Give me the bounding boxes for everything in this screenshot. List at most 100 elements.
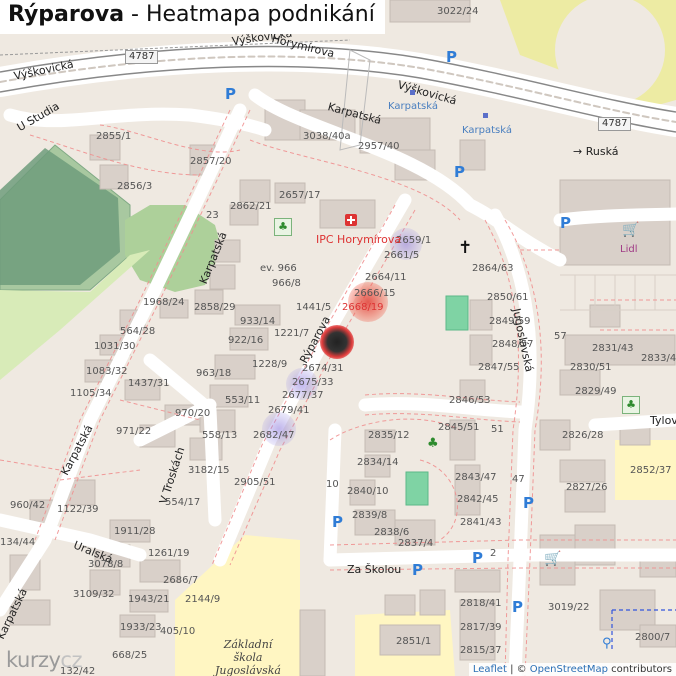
house-number: 2843/47: [455, 472, 497, 483]
house-number: 2679/41: [268, 405, 310, 416]
school-label: Základní škola Jugoslávská: [200, 638, 296, 676]
house-number: 564/28: [120, 326, 156, 337]
house-number: 10: [326, 479, 339, 490]
house-number: 57: [554, 331, 567, 342]
parking-icon: P: [560, 214, 571, 232]
map-canvas[interactable]: 4787 4787 Výškovická Výškovická Horymíro…: [0, 0, 676, 676]
openstreetmap-link[interactable]: OpenStreetMap: [530, 664, 608, 675]
logo-text-cz: cz: [60, 648, 82, 672]
parking-icon: P: [454, 163, 465, 181]
title-rest: - Heatmapa podnikání: [124, 2, 375, 27]
house-number: 2: [490, 548, 497, 559]
tram-stop-label: Karpatská: [388, 101, 438, 112]
street-label-tylova: Tylov: [650, 414, 676, 427]
house-number: 2659/1: [396, 235, 432, 246]
house-number: 2847/55: [478, 362, 520, 373]
house-number: 134/44: [0, 537, 36, 548]
bicycle-icon: ⚲: [602, 636, 612, 651]
house-number: 3038/40a: [303, 131, 351, 142]
house-number: 2838/6: [374, 527, 410, 538]
logo-text-kurzy: kurzy: [6, 648, 61, 672]
house-number: 2674/31: [302, 363, 344, 374]
tram-stop-label: Karpatská: [462, 125, 512, 136]
parking-icon: P: [472, 549, 483, 567]
house-number: 2827/26: [566, 482, 608, 493]
house-number: 2677/37: [282, 390, 324, 401]
house-number: 2675/33: [292, 377, 334, 388]
house-number: 2862/21: [230, 201, 272, 212]
house-number: 3109/32: [73, 589, 115, 600]
house-number: 2834/14: [357, 457, 399, 468]
house-number: 2686/7: [163, 575, 199, 586]
house-number: 1437/31: [128, 378, 170, 389]
house-number: 2829/49: [575, 386, 617, 397]
house-number: 971/22: [116, 426, 152, 437]
house-number: 2856/3: [117, 181, 153, 192]
house-number: 970/20: [175, 408, 211, 419]
house-number: ev. 966: [260, 263, 297, 274]
house-number: 1261/19: [148, 548, 190, 559]
kurzy-cz-logo[interactable]: kurzycz: [6, 648, 82, 672]
house-number: 2815/37: [460, 645, 502, 656]
house-number: 2831/43: [592, 343, 634, 354]
parking-icon: P: [332, 513, 343, 531]
house-number: 2839/8: [352, 510, 388, 521]
parking-icon: P: [412, 561, 423, 579]
attribution-separator: | ©: [506, 664, 530, 675]
house-number: 2841/43: [460, 517, 502, 528]
house-number: 963/18: [196, 368, 232, 379]
pharmacy-icon: [345, 214, 357, 226]
house-number: 2848/57: [492, 339, 534, 350]
house-number: 2818/41: [460, 598, 502, 609]
house-number: 1031/30: [94, 341, 136, 352]
church-cross-icon: ✝: [458, 238, 473, 258]
school-label-line2: škola Jugoslávská: [215, 651, 281, 676]
house-number: 1911/28: [114, 526, 156, 537]
house-number: 1968/24: [143, 297, 185, 308]
playground-icon: ♣: [427, 436, 439, 451]
house-number: 405/10: [160, 626, 196, 637]
house-number: 2666/15: [354, 288, 396, 299]
house-number: 3019/22: [548, 602, 590, 613]
parking-icon: P: [446, 48, 457, 66]
house-number: 966/8: [272, 278, 301, 289]
house-number: 23: [206, 210, 219, 221]
house-number: 2846/53: [449, 395, 491, 406]
title-street: Rýparova: [8, 2, 125, 27]
house-number: 2851/1: [396, 636, 432, 647]
road-ref-left: 4787: [125, 50, 159, 64]
leaflet-link[interactable]: Leaflet: [473, 664, 507, 675]
house-number: 922/16: [228, 335, 264, 346]
house-number: 1105/34: [70, 388, 112, 399]
house-number: 2850/61: [487, 292, 529, 303]
house-number: 1122/39: [57, 504, 99, 515]
playground-icon: ♣: [274, 218, 292, 236]
tram-stop-icon: [410, 90, 415, 95]
house-number: 2837/4: [398, 538, 434, 549]
house-number: 960/42: [10, 500, 46, 511]
house-number: 2682/47: [253, 430, 295, 441]
street-label-ruska: → Ruská: [573, 145, 619, 158]
house-number: 933/14: [240, 316, 276, 327]
school-label-line1: Základní: [223, 638, 273, 651]
house-number: 2830/51: [570, 362, 612, 373]
house-number: 2835/12: [368, 430, 410, 441]
house-number: 1933/23: [120, 622, 162, 633]
house-number: 1441/5: [296, 302, 332, 313]
house-number: 1943/21: [128, 594, 170, 605]
house-number: 668/25: [112, 650, 148, 661]
street-label-za-skolou: Za Školou: [347, 563, 402, 576]
house-number: 3078/8: [88, 559, 124, 570]
tram-stop-icon: [483, 113, 488, 118]
parking-icon: P: [225, 85, 236, 103]
parking-icon: P: [523, 494, 534, 512]
house-number: 2864/63: [472, 263, 514, 274]
shopping-cart-icon: 🛒: [622, 222, 640, 238]
house-number: 2857/20: [190, 156, 232, 167]
house-number: 558/13: [202, 430, 238, 441]
house-number: 2668/19: [342, 302, 384, 313]
house-number: 1221/7: [274, 328, 310, 339]
poi-label-lidl: Lidl: [620, 244, 638, 255]
house-number: 553/11: [225, 395, 261, 406]
house-number: 2800/7: [635, 632, 671, 643]
